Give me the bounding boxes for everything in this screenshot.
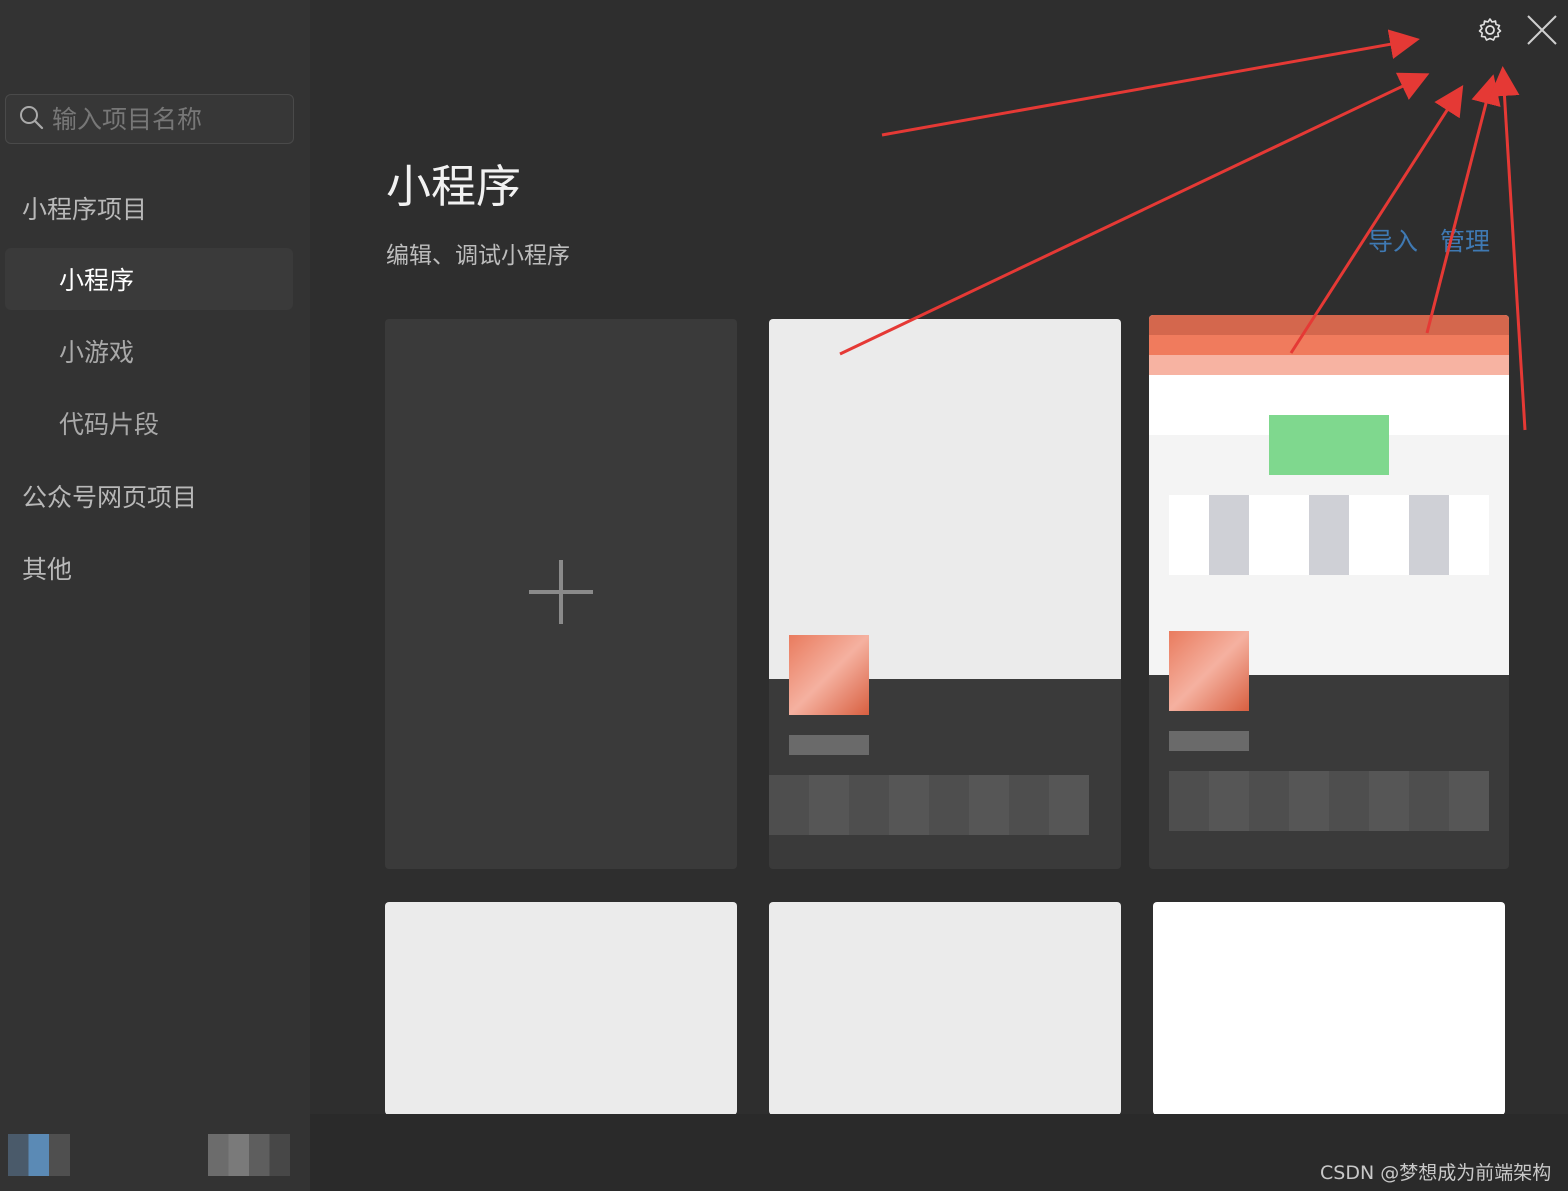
project-card[interactable] xyxy=(1149,315,1509,869)
avatar[interactable] xyxy=(8,1134,70,1176)
project-card[interactable] xyxy=(385,902,737,1115)
project-info-redacted xyxy=(1169,771,1489,831)
manage-button[interactable]: 管理 xyxy=(1440,222,1490,258)
settings-button[interactable] xyxy=(1475,16,1505,48)
gear-icon xyxy=(1476,16,1504,48)
project-name-redacted xyxy=(789,735,869,755)
project-info-redacted xyxy=(769,775,1089,835)
sidebar-item-miniprogram[interactable]: 小程序 xyxy=(5,248,293,310)
thumb-grid xyxy=(1169,495,1489,575)
watermark: CSDN @梦想成为前端架构 xyxy=(1320,1162,1552,1184)
nav-group-official-account-web[interactable]: 公众号网页项目 xyxy=(22,478,197,514)
sidebar-item-label: 小游戏 xyxy=(59,338,135,367)
import-button[interactable]: 导入 xyxy=(1368,222,1418,258)
sidebar-item-label: 代码片段 xyxy=(59,410,160,439)
project-icon xyxy=(1169,631,1249,711)
project-name-redacted xyxy=(1169,731,1249,751)
project-thumbnail xyxy=(769,319,1121,679)
page-subtitle: 编辑、调试小程序 xyxy=(386,243,570,269)
sidebar-item-minigame[interactable]: 小游戏 xyxy=(5,320,293,382)
search-icon xyxy=(18,104,44,134)
sidebar-item-label: 小程序 xyxy=(59,266,135,295)
plus-icon xyxy=(528,559,594,629)
nav-group-other[interactable]: 其他 xyxy=(22,550,72,586)
project-card[interactable] xyxy=(769,319,1121,869)
search-box[interactable] xyxy=(5,94,294,144)
account-info[interactable] xyxy=(208,1134,290,1176)
close-button[interactable] xyxy=(1524,14,1560,50)
project-icon xyxy=(789,635,869,715)
project-card[interactable] xyxy=(769,902,1121,1115)
nav-group-miniprogram-projects[interactable]: 小程序项目 xyxy=(22,190,147,226)
thumb-green-block xyxy=(1269,415,1389,475)
sidebar-item-code-snippets[interactable]: 代码片段 xyxy=(5,392,293,454)
new-project-card[interactable] xyxy=(385,319,737,869)
project-thumbnail xyxy=(1149,315,1509,675)
page-title: 小程序 xyxy=(386,160,522,213)
sidebar: 小程序项目 小程序 小游戏 代码片段 公众号网页项目 其他 xyxy=(0,0,310,1191)
search-input[interactable] xyxy=(52,104,272,134)
close-icon xyxy=(1525,13,1559,51)
project-card[interactable] xyxy=(1153,902,1505,1115)
